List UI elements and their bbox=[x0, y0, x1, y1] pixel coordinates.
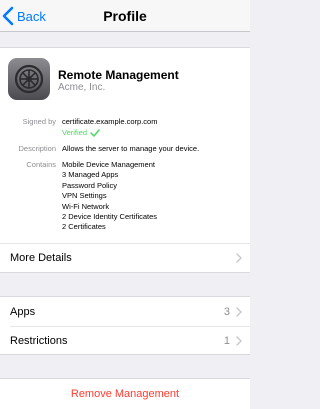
chevron-right-icon bbox=[236, 306, 242, 317]
list-item: 2 Certificates bbox=[62, 222, 106, 232]
list-item: VPN Settings bbox=[62, 191, 107, 201]
list-item: Mobile Device Management bbox=[62, 160, 155, 169]
apps-count: 3 bbox=[223, 305, 230, 318]
contains-label: Contains bbox=[26, 160, 56, 169]
more-details-row[interactable]: More Details bbox=[0, 243, 250, 273]
profile-card: Remote Management Acme, Inc. Signed by c… bbox=[0, 47, 250, 243]
remove-management-label: Remove Management bbox=[70, 388, 180, 400]
profile-name: Remote Management bbox=[58, 68, 179, 82]
settings-group: Apps 3 Restrictions 1 bbox=[0, 296, 250, 355]
verified-label: Verified bbox=[62, 128, 88, 137]
list-item: Wi-Fi Network bbox=[62, 201, 110, 211]
checkmark-icon bbox=[90, 128, 100, 137]
apps-label: Apps bbox=[10, 305, 36, 318]
description-label: Description bbox=[18, 144, 56, 153]
description-value: Allows the server to manage your device. bbox=[62, 144, 200, 153]
chevron-right-icon bbox=[236, 253, 242, 263]
chevron-right-icon bbox=[236, 335, 242, 346]
profile-organization: Acme, Inc. bbox=[58, 82, 106, 93]
apps-row[interactable]: Apps 3 bbox=[0, 297, 250, 326]
signed-by-label: Signed by bbox=[22, 117, 56, 126]
settings-gear-icon bbox=[8, 58, 50, 100]
list-item: Password Policy bbox=[62, 180, 118, 190]
list-item: 2 Device Identity Certificates bbox=[62, 212, 158, 222]
contains-list: Mobile Device Management 3 Managed Apps … bbox=[62, 160, 157, 233]
verified-status: Verified bbox=[62, 128, 100, 137]
signed-by-value: certificate.example.corp.com bbox=[62, 117, 158, 126]
restrictions-label: Restrictions bbox=[10, 334, 68, 347]
restrictions-count: 1 bbox=[223, 334, 230, 347]
list-item: 3 Managed Apps bbox=[62, 170, 119, 180]
restrictions-row[interactable]: Restrictions 1 bbox=[0, 326, 250, 355]
navigation-bar: Back Profile bbox=[0, 0, 250, 32]
remove-management-button[interactable]: Remove Management bbox=[0, 378, 250, 409]
page-title: Profile bbox=[103, 8, 147, 24]
more-details-label: More Details bbox=[10, 252, 72, 264]
